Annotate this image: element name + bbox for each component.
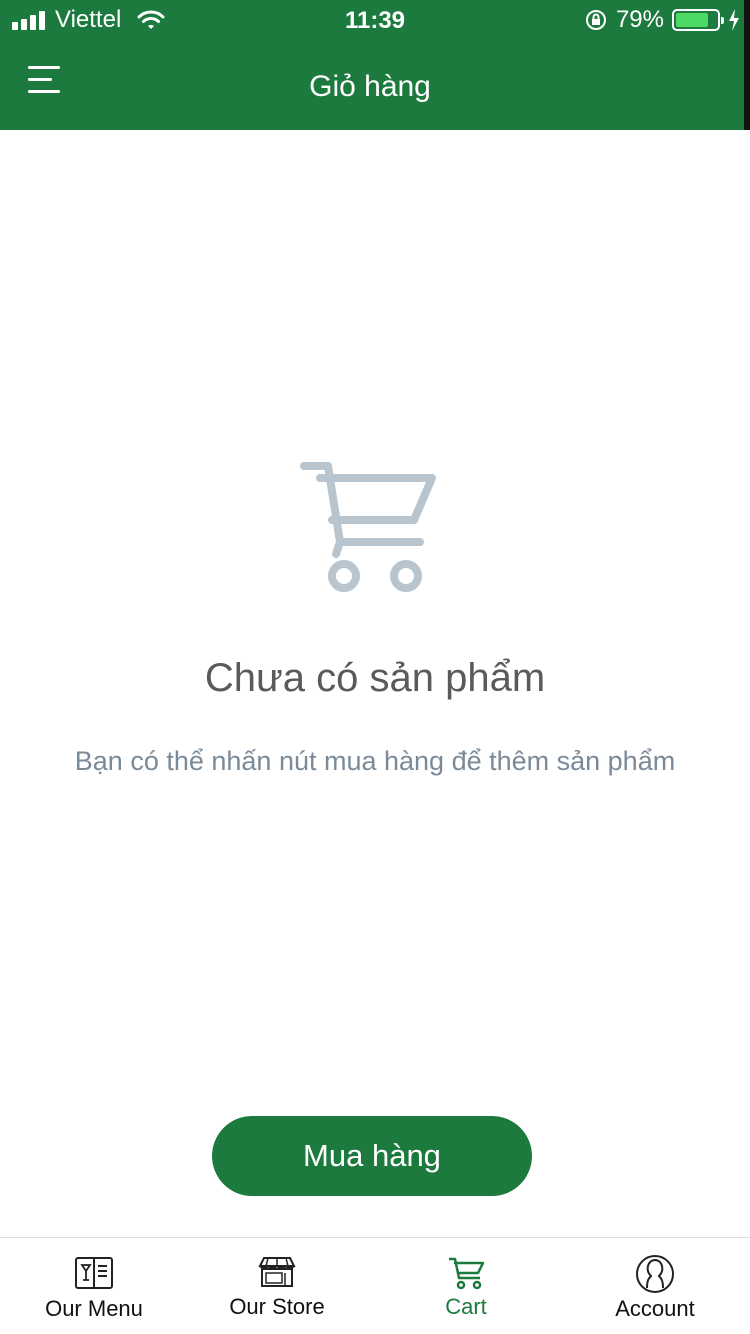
store-icon (258, 1257, 296, 1287)
status-bar: Viettel 11:39 79% (0, 0, 750, 40)
empty-cart-title: Chưa có sản phẩm (204, 656, 546, 700)
battery-icon (672, 9, 724, 31)
tab-our-store[interactable]: Our Store (183, 1238, 371, 1334)
cart-icon (449, 1257, 485, 1290)
tab-account[interactable]: Account (561, 1238, 749, 1334)
tab-cart[interactable]: Cart (372, 1238, 560, 1334)
empty-cart-subtitle: Bạn có thể nhấn nút mua hàng để thêm sản… (74, 746, 676, 776)
buy-button[interactable]: Mua hàng (212, 1116, 532, 1196)
tab-label-cart: Cart (445, 1294, 487, 1319)
bottom-tab-bar: Our Menu Our Store Cart Account (0, 1237, 750, 1334)
charging-bolt-icon (729, 9, 739, 31)
battery-fill (676, 13, 708, 27)
orientation-lock-icon (585, 10, 606, 30)
account-icon (636, 1255, 674, 1293)
page-title: Giỏ hàng (309, 70, 431, 103)
tab-label-our-store: Our Store (229, 1294, 325, 1319)
status-right: 79% (584, 6, 740, 34)
battery-percent: 79% (615, 6, 664, 33)
menu-book-icon (75, 1257, 113, 1289)
battery-nub (721, 17, 724, 24)
shopping-cart-icon (300, 462, 436, 592)
app-header: Viettel 11:39 79% Giỏ hàng (0, 0, 750, 130)
tab-label-account: Account (615, 1296, 695, 1321)
tab-our-menu[interactable]: Our Menu (0, 1238, 188, 1334)
tab-label-our-menu: Our Menu (45, 1296, 143, 1321)
